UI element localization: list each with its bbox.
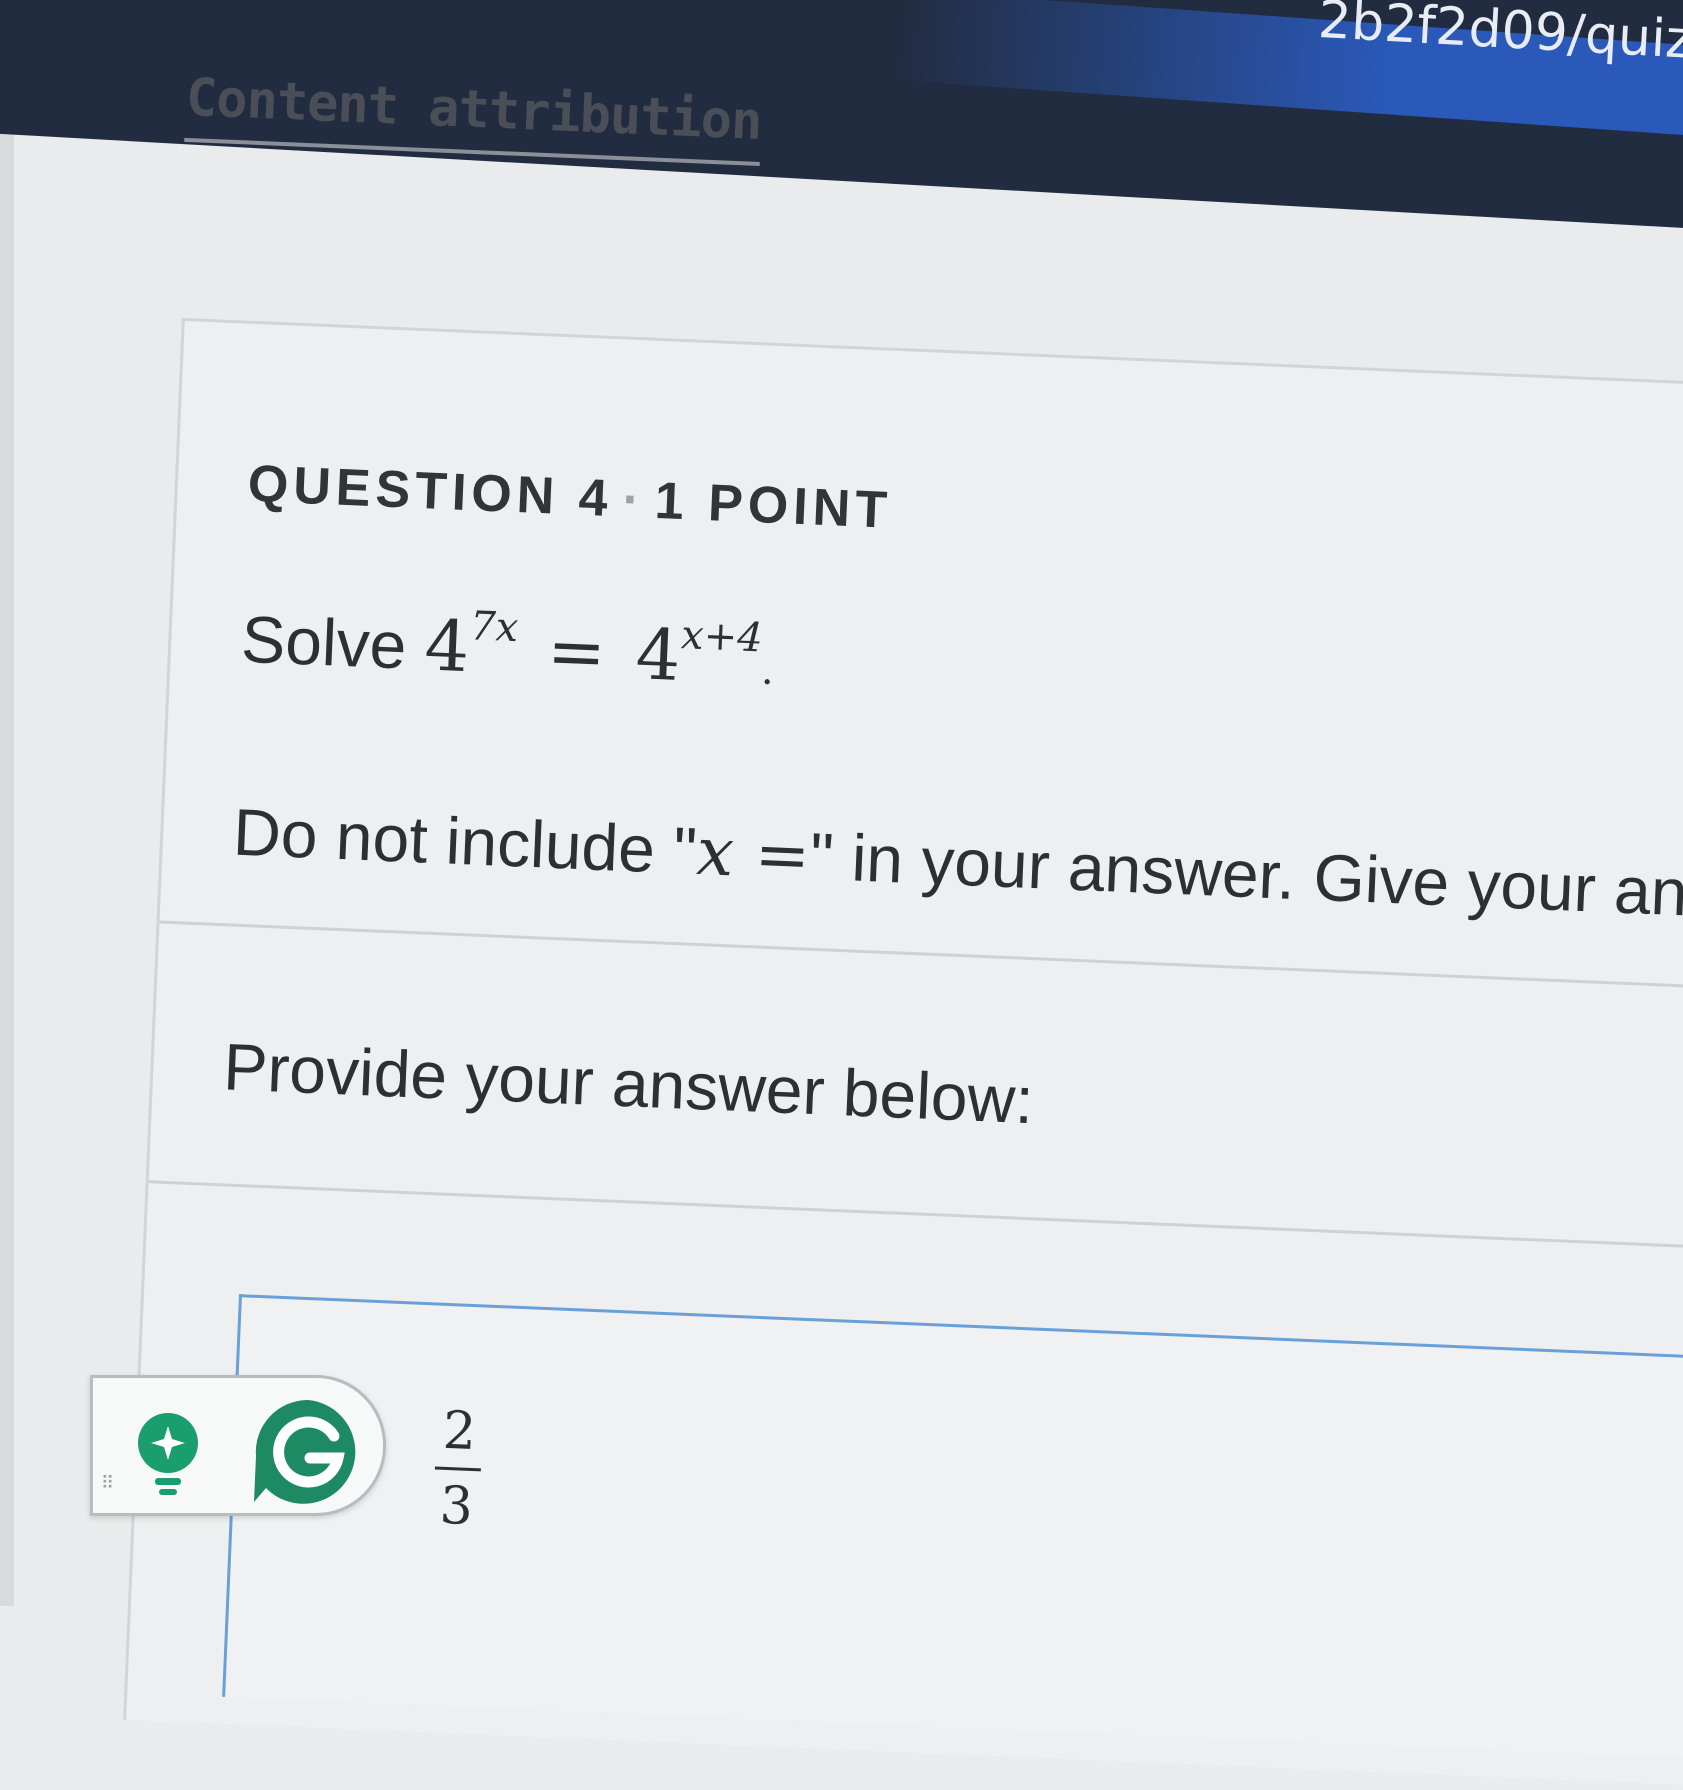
answer-fraction: 2 3 — [432, 1401, 484, 1538]
question-card: QUESTION 4 · 1 POINT Solve 47x = 4x+4. Do no… — [123, 317, 1683, 1787]
header-separator: · — [621, 470, 647, 530]
instruction-variable: x = — [695, 812, 812, 895]
prompt-word: Solve — [239, 601, 408, 683]
rhs-exponent: x+4 — [680, 612, 764, 662]
question-points: 1 POINT — [653, 471, 894, 540]
question-prompt: Solve 47x = 4x+4. — [240, 594, 777, 701]
instruction-post: " in your answer. Give your answer — [808, 818, 1683, 936]
lhs-base: 4 — [423, 604, 472, 689]
equals-sign: = — [545, 609, 608, 694]
fraction-denominator: 3 — [438, 1475, 475, 1538]
section-divider — [159, 920, 1683, 991]
rhs-base: 4 — [634, 613, 683, 698]
instruction-pre: Do not include " — [231, 794, 699, 888]
fraction-numerator: 2 — [441, 1400, 478, 1463]
fraction-bar — [434, 1466, 481, 1472]
answer-input[interactable]: 2 3 — [222, 1294, 1683, 1760]
question-number: QUESTION 4 — [246, 454, 614, 529]
drag-handle-icon[interactable]: ⠿ — [101, 1473, 114, 1494]
answer-prompt: Provide your answer below: — [221, 1029, 1036, 1138]
lightbulb-sparkle-icon[interactable] — [133, 1410, 203, 1500]
answer-instruction: Do not include "x =" in your answer. Giv… — [232, 794, 1683, 938]
grammarly-widget[interactable]: ⠿ — [90, 1375, 386, 1516]
grammarly-g-icon[interactable] — [248, 1396, 368, 1506]
question-header: QUESTION 4 · 1 POINT — [247, 454, 893, 541]
lhs-exponent: 7x — [469, 603, 520, 652]
equation-period: . — [760, 647, 776, 694]
equation: 47x = 4x+4. — [423, 603, 776, 701]
content-attribution-link[interactable]: Content attribution — [184, 67, 763, 166]
section-divider — [148, 1180, 1683, 1251]
